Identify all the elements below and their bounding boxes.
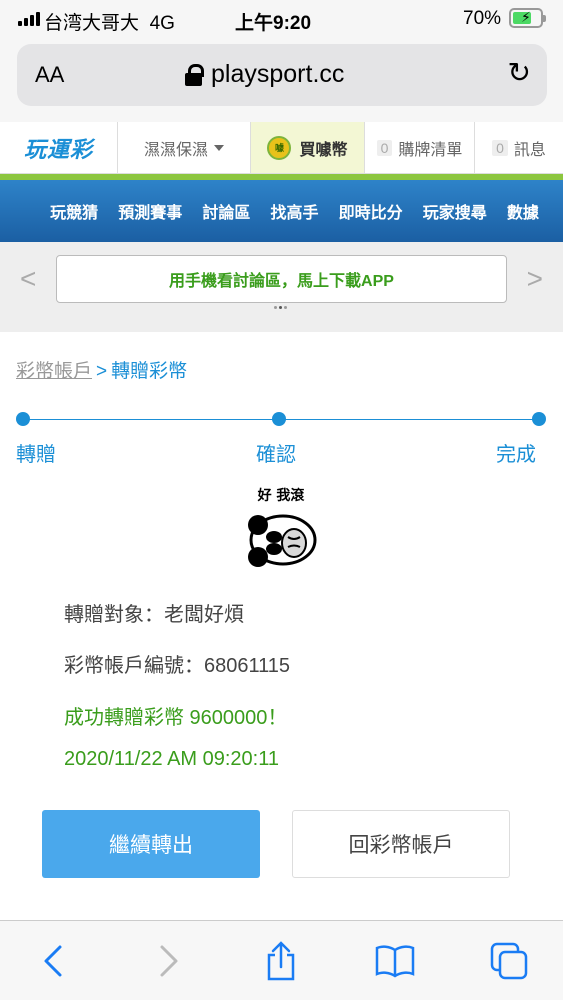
account-number-text: 彩幣帳戶編號：68061115	[64, 655, 291, 677]
reload-icon[interactable]: ↻	[508, 56, 531, 89]
signal-icon	[18, 12, 40, 26]
site-logo[interactable]: 玩運彩	[0, 122, 118, 174]
username: 濕濕保濕	[143, 141, 208, 159]
breadcrumb-separator: >	[96, 361, 108, 382]
success-message: 成功轉贈彩幣 9600000！	[64, 707, 288, 729]
browser-toolbar	[0, 920, 563, 1000]
address-bar[interactable]: AA playsport.cc ↻	[17, 44, 547, 106]
nav-item-player-search[interactable]: 玩家搜尋	[423, 199, 487, 223]
breadcrumb-current: 轉贈彩幣	[111, 361, 188, 382]
breadcrumb: 彩幣帳戶 > 轉贈彩幣	[16, 356, 187, 383]
lock-icon	[185, 63, 204, 86]
battery-percent: 70%	[463, 8, 502, 29]
status-time: 上午9:20	[235, 13, 312, 34]
chevron-right-icon[interactable]: >	[527, 263, 543, 295]
timestamp: 2020/11/22 AM 09:20:11	[64, 748, 279, 770]
tabs-icon[interactable]	[487, 939, 531, 983]
buy-coins-button[interactable]: 噱 買噱幣	[251, 122, 365, 173]
buy-coins-label: 買噱幣	[299, 141, 348, 159]
chevron-left-icon[interactable]: <	[20, 263, 36, 295]
panda-sticker: 好 我滾	[238, 485, 324, 571]
battery-icon: ⚡	[509, 8, 546, 28]
nav-item-experts[interactable]: 找高手	[270, 199, 318, 223]
nav-item-data[interactable]: 數據	[507, 199, 539, 223]
continue-transfer-button[interactable]: 繼續轉出	[42, 810, 260, 878]
step-label-confirm: 確認	[256, 444, 296, 466]
cart-count: 0	[376, 139, 393, 156]
messages-label: 訊息	[513, 141, 546, 159]
nav-item-forum[interactable]: 討論區	[202, 199, 250, 223]
app-download-banner[interactable]: 用手機看討論區，馬上下載APP	[56, 255, 507, 303]
chevron-down-icon	[214, 144, 224, 151]
messages-link[interactable]: 0 訊息	[475, 122, 563, 173]
carousel-dots	[274, 306, 287, 309]
sticker-caption: 好 我滾	[257, 488, 305, 504]
step-dot-transfer	[16, 412, 30, 426]
recipient-text: 轉贈對象：老闆好煩	[64, 604, 244, 626]
cart-label: 購牌清單	[398, 141, 463, 159]
nav-item-live-score[interactable]: 即時比分	[339, 199, 403, 223]
step-dot-done	[532, 412, 546, 426]
step-dot-confirm	[272, 412, 286, 426]
browser-top-bar: AA playsport.cc ↻	[0, 40, 563, 122]
user-menu[interactable]: 濕濕保濕	[118, 122, 251, 173]
cart-link[interactable]: 0 購牌清單	[365, 122, 475, 173]
nav-item-guess[interactable]: 玩競猜	[50, 199, 98, 223]
message-count: 0	[492, 139, 508, 156]
nav-item-predict[interactable]: 預測賽事	[118, 199, 182, 223]
status-bar: 台湾大哥大 4G 上午9:20 70% ⚡	[0, 0, 563, 40]
share-icon[interactable]	[259, 939, 303, 983]
step-label-transfer: 轉贈	[16, 444, 56, 466]
site-header: 玩運彩 濕濕保濕 噱 買噱幣 0 購牌清單 0 訊息	[0, 122, 563, 174]
forward-icon[interactable]	[146, 939, 190, 983]
back-to-account-button[interactable]: 回彩幣帳戶	[292, 810, 510, 878]
step-label-done: 完成	[496, 444, 536, 466]
main-nav: 玩競猜 預測賽事 討論區 找高手 即時比分 玩家搜尋 數據	[0, 180, 563, 242]
coin-icon: 噱	[267, 135, 292, 160]
bookmarks-icon[interactable]	[373, 939, 417, 983]
breadcrumb-parent[interactable]: 彩幣帳戶	[16, 361, 92, 382]
reader-options-button[interactable]: AA	[35, 62, 64, 88]
carrier-label: 台湾大哥大 4G	[44, 13, 175, 34]
url-text[interactable]: playsport.cc	[211, 60, 344, 89]
back-icon[interactable]	[32, 939, 76, 983]
